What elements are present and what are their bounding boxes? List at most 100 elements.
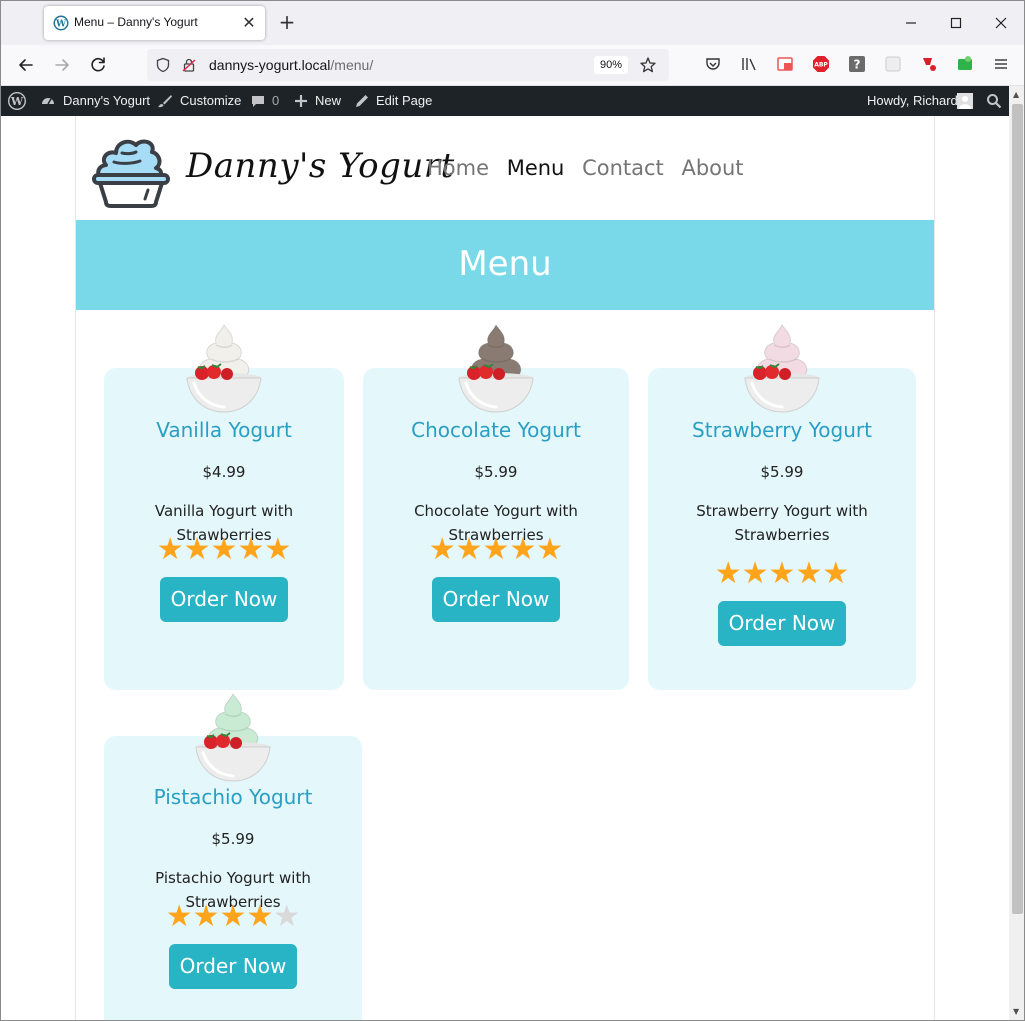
product-price: $4.99 [202,463,246,481]
site-container: Danny's Yogurt Home Menu Contact About M… [75,116,935,1020]
tab-title: Menu – Danny's Yogurt [74,15,198,29]
star-icon: ★ [156,532,184,567]
svg-text:W: W [55,20,67,30]
page-title: Menu [458,244,552,284]
admin-new[interactable]: New [315,86,341,116]
navigation-toolbar: dannys-yogurt.local/menu/ 90% ABP ? [1,45,1024,86]
star-icon: ★ [536,532,564,567]
maximize-icon[interactable] [944,11,968,35]
order-now-button[interactable]: Order Now [432,577,560,622]
star-icon: ★ [192,899,220,934]
help-icon[interactable]: ? [848,55,866,73]
back-icon[interactable] [15,54,37,76]
star-icon: ★ [165,899,193,934]
product-title[interactable]: Pistachio Yogurt [104,785,362,809]
product-title[interactable]: Vanilla Yogurt [104,418,344,442]
star-rating: ★★★★★ [363,535,629,565]
close-tab-icon[interactable]: ✕ [240,14,258,32]
product-price: $5.99 [211,830,255,848]
nav-menu[interactable]: Menu [507,156,565,180]
extension-icon[interactable] [776,55,794,73]
yogurt-logo[interactable] [90,128,172,210]
star-icon: ★ [482,532,510,567]
nav-contact[interactable]: Contact [582,156,664,180]
wordpress-icon[interactable]: W [8,92,26,110]
star-icon: ★ [768,556,796,591]
page-hero: Menu [76,220,934,310]
product-title[interactable]: Chocolate Yogurt [363,418,629,442]
star-icon: ★ [219,899,247,934]
star-bookmark-icon[interactable] [639,56,657,74]
nav-about[interactable]: About [681,156,743,180]
svg-text:ABP: ABP [814,62,828,69]
star-icon: ★ [273,899,301,934]
star-icon: ★ [822,556,850,591]
url-path: /menu/ [330,57,374,73]
order-now-button[interactable]: Order Now [169,944,297,989]
scroll-down-arrow[interactable]: ▼ [1013,1007,1019,1016]
scroll-up-arrow[interactable]: ▲ [1013,90,1019,99]
star-icon: ★ [714,556,742,591]
url-text[interactable]: dannys-yogurt.local/menu/ [209,57,373,73]
order-now-button[interactable]: Order Now [160,577,288,622]
svg-text:W: W [10,95,24,108]
extension-icon[interactable] [884,55,902,73]
star-icon: ★ [455,532,483,567]
library-icon[interactable] [740,55,758,73]
new-tab-icon[interactable]: + [277,12,297,32]
zoom-level[interactable]: 90% [594,56,628,74]
star-icon: ★ [237,532,265,567]
menu-icon[interactable] [992,55,1010,73]
star-icon: ★ [795,556,823,591]
star-rating: ★★★★★ [104,902,362,932]
minimize-icon[interactable] [899,11,923,35]
star-icon: ★ [428,532,456,567]
tab-menu[interactable]: W Menu – Danny's Yogurt ✕ [44,6,265,40]
url-bar[interactable]: dannys-yogurt.local/menu/ 90% [147,49,669,81]
scroll-thumb[interactable] [1012,104,1023,914]
shield-icon[interactable] [155,57,171,73]
yogurt-cup-image [744,324,820,413]
star-icon: ★ [264,532,292,567]
admin-comments-count[interactable]: 0 [272,86,279,116]
star-icon: ★ [509,532,537,567]
main-navigation: Home Menu Contact About [427,156,755,180]
star-rating: ★★★★★ [104,535,344,565]
order-now-button[interactable]: Order Now [718,601,846,646]
extension-icon[interactable] [920,55,938,73]
site-title[interactable]: Danny's Yogurt [186,146,455,186]
wp-admin-bar: W Danny's Yogurt Customize 0 New Edit Pa… [1,86,1009,116]
forward-icon[interactable] [51,54,73,76]
lock-icon[interactable] [181,57,197,73]
admin-site-name[interactable]: Danny's Yogurt [63,86,150,116]
star-icon: ★ [741,556,769,591]
yogurt-cup-image [195,693,271,782]
star-icon: ★ [246,899,274,934]
product-description: Strawberry Yogurt with Strawberries [696,502,868,544]
product-title[interactable]: Strawberry Yogurt [648,418,916,442]
avatar-icon[interactable] [957,93,973,109]
wordpress-favicon: W [53,15,69,31]
pocket-icon[interactable] [704,55,722,73]
yogurt-cup-image [186,324,262,413]
browser-window: W Menu – Danny's Yogurt ✕ + dannys-yogur… [0,0,1025,1021]
svg-text:?: ? [854,58,861,72]
adblock-icon[interactable]: ABP [812,55,830,73]
search-icon[interactable] [986,93,1002,109]
product-price: $5.99 [474,463,518,481]
page-viewport: Danny's Yogurt Home Menu Contact About M… [1,116,1009,1020]
admin-howdy[interactable]: Howdy, Richard [867,86,958,116]
brush-icon [158,95,172,108]
admin-customize[interactable]: Customize [180,86,241,116]
reload-icon[interactable] [87,54,109,76]
url-host: dannys-yogurt.local [209,57,331,73]
tab-strip: W Menu – Danny's Yogurt ✕ + [1,1,1024,45]
nav-home[interactable]: Home [427,156,489,180]
scrollbar[interactable]: ▲ ▼ [1009,86,1024,1020]
dashboard-icon [42,98,54,105]
extension-icon[interactable] [956,55,974,73]
star-icon: ★ [210,532,238,567]
admin-edit-page[interactable]: Edit Page [376,86,432,116]
close-window-icon[interactable] [989,11,1013,35]
plus-icon [295,95,307,107]
